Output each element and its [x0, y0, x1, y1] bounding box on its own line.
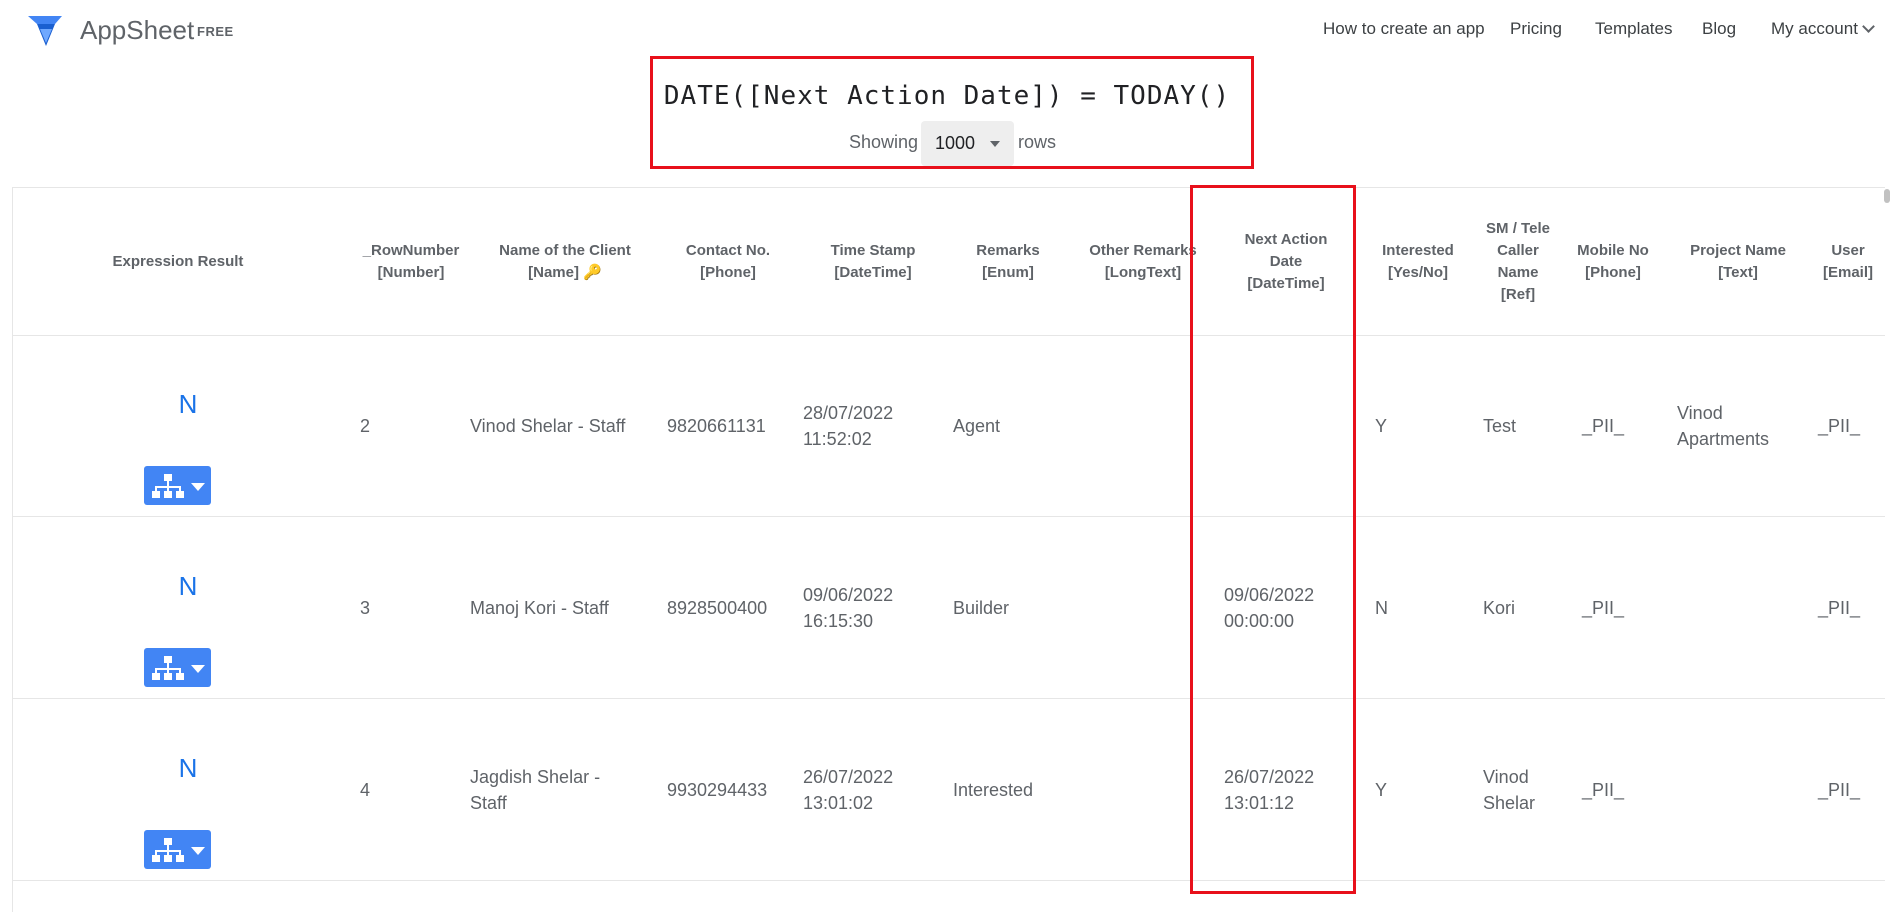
row-limit-value: 1000	[935, 133, 976, 153]
row-actions-button[interactable]	[144, 830, 211, 869]
cell-caller-name: Kori	[1483, 597, 1516, 618]
column-name: SM / Tele Caller Name	[1486, 219, 1550, 281]
table-row[interactable]: N 4 Jagdish Shelar - Staff 9930294433 26…	[13, 699, 1885, 881]
cell-rownumber: 4	[360, 779, 371, 800]
cell-mobile: _PII_	[1582, 415, 1625, 436]
next-action-column-highlight-box	[1190, 185, 1356, 894]
rows-label: rows	[1018, 132, 1057, 152]
row-limit-select[interactable]: 1000	[921, 121, 1014, 166]
cell-contact: 9930294433	[667, 779, 768, 800]
column-header-expression-result[interactable]: Expression Result	[13, 188, 343, 335]
column-name: User	[1831, 241, 1865, 259]
nav-link-how-to-create[interactable]: How to create an app	[1323, 19, 1485, 39]
expression-result-value: N	[178, 389, 198, 419]
cell-user: _PII_	[1818, 597, 1861, 618]
cell-client-name: Vinod Shelar - Staff	[470, 415, 626, 436]
cell-caller-name: Test	[1483, 415, 1517, 436]
cell-mobile: _PII_	[1582, 597, 1625, 618]
column-header-project-name[interactable]: Project Name [Text]	[1673, 188, 1803, 335]
table-row[interactable]: N 3 Manoj Kori - Staff 8928500400 09/06/…	[13, 517, 1885, 699]
cell-project-name: Vinod Apartments	[1677, 402, 1770, 449]
column-name: Remarks	[976, 241, 1040, 259]
column-name: Name of the Client	[499, 241, 631, 259]
caret-down-icon	[191, 483, 205, 491]
table-row[interactable]: N 2 Vinod Shelar - Staff 9820661131 28/0…	[13, 335, 1885, 517]
column-name: Expression Result	[112, 252, 244, 270]
cell-mobile: _PII_	[1582, 779, 1625, 800]
cell-contact: 9820661131	[667, 415, 766, 436]
cell-remarks: Agent	[953, 415, 1001, 436]
plan-badge: FREE	[197, 24, 234, 39]
column-type: [Phone]	[700, 263, 756, 281]
column-name: Project Name	[1690, 241, 1786, 259]
column-type: [Enum]	[982, 263, 1034, 281]
cell-client-name: Manoj Kori - Staff	[470, 597, 609, 618]
column-name: Mobile No	[1577, 241, 1649, 259]
column-type: [Email]	[1822, 263, 1873, 281]
results-table: Expression Result _RowNumber [Number] Nam…	[12, 187, 1885, 912]
top-navigation-bar: AppSheet FREE How to create an app Prici…	[0, 0, 1894, 60]
dropdown-arrow-icon	[990, 141, 1000, 147]
vertical-scrollbar[interactable]	[1884, 189, 1890, 203]
nav-link-pricing[interactable]: Pricing	[1510, 19, 1562, 39]
column-header-interested[interactable]: Interested [Yes/No]	[1368, 188, 1468, 335]
column-type: [Name] 🔑	[528, 263, 602, 281]
column-header-rownumber[interactable]: _RowNumber [Number]	[356, 188, 466, 335]
column-header-remarks[interactable]: Remarks [Enum]	[948, 188, 1068, 335]
column-header-client-name[interactable]: Name of the Client [Name] 🔑	[475, 188, 655, 335]
my-account-label: My account	[1771, 19, 1858, 38]
column-type: [Yes/No]	[1387, 263, 1448, 281]
column-type: [Ref]	[1500, 285, 1536, 303]
expression-result-value: N	[178, 571, 198, 601]
expression-result-value: N	[178, 753, 198, 783]
nav-link-templates[interactable]: Templates	[1595, 19, 1672, 39]
column-type: [LongText]	[1104, 263, 1182, 281]
cell-client-name: Jagdish Shelar - Staff	[470, 766, 601, 813]
cell-interested: N	[1375, 597, 1388, 618]
hierarchy-icon	[152, 838, 184, 862]
nav-link-blog[interactable]: Blog	[1702, 19, 1736, 39]
cell-user: _PII_	[1818, 779, 1861, 800]
cell-interested: Y	[1375, 415, 1388, 436]
expression-text: DATE([Next Action Date]) = TODAY()	[663, 81, 1231, 111]
column-name: Other Remarks	[1089, 241, 1197, 259]
cell-timestamp: 09/06/2022 16:15:30	[803, 584, 894, 631]
column-type: [Phone]	[1585, 263, 1641, 281]
column-header-caller-name[interactable]: SM / Tele Caller Name [Ref]	[1483, 188, 1553, 335]
column-type: [Number]	[377, 263, 445, 281]
chevron-down-icon	[1862, 20, 1875, 33]
showing-label: Showing	[849, 132, 919, 152]
table-header-row: Expression Result _RowNumber [Number] Nam…	[13, 188, 1885, 336]
row-actions-button[interactable]	[144, 466, 211, 505]
column-header-contact-no[interactable]: Contact No. [Phone]	[663, 188, 793, 335]
column-header-time-stamp[interactable]: Time Stamp [DateTime]	[798, 188, 948, 335]
cell-caller-name: Vinod Shelar	[1483, 766, 1536, 813]
column-type: [Text]	[1718, 263, 1758, 281]
hierarchy-icon	[152, 474, 184, 498]
column-header-user[interactable]: User [Email]	[1813, 188, 1883, 335]
column-name: Contact No.	[685, 241, 771, 259]
column-type: [DateTime]	[834, 263, 912, 281]
caret-down-icon	[191, 665, 205, 673]
row-actions-button[interactable]	[144, 648, 211, 687]
hierarchy-icon	[152, 656, 184, 680]
column-name: _RowNumber	[362, 241, 460, 259]
appsheet-logo-icon[interactable]	[28, 16, 62, 46]
column-name: Time Stamp	[830, 241, 916, 259]
cell-remarks: Interested	[953, 779, 1034, 800]
cell-contact: 8928500400	[667, 597, 768, 618]
caret-down-icon	[191, 847, 205, 855]
cell-user: _PII_	[1818, 415, 1861, 436]
app-brand-name[interactable]: AppSheet	[80, 15, 194, 46]
cell-timestamp: 26/07/2022 13:01:02	[803, 766, 894, 813]
column-header-mobile-no[interactable]: Mobile No [Phone]	[1573, 188, 1653, 335]
column-name: Interested	[1382, 241, 1454, 259]
my-account-menu[interactable]: My account	[1771, 19, 1875, 39]
cell-rownumber: 2	[360, 415, 371, 436]
cell-interested: Y	[1375, 779, 1388, 800]
cell-remarks: Builder	[953, 597, 1010, 618]
cell-timestamp: 28/07/2022 11:52:02	[803, 402, 894, 449]
cell-rownumber: 3	[360, 597, 371, 618]
